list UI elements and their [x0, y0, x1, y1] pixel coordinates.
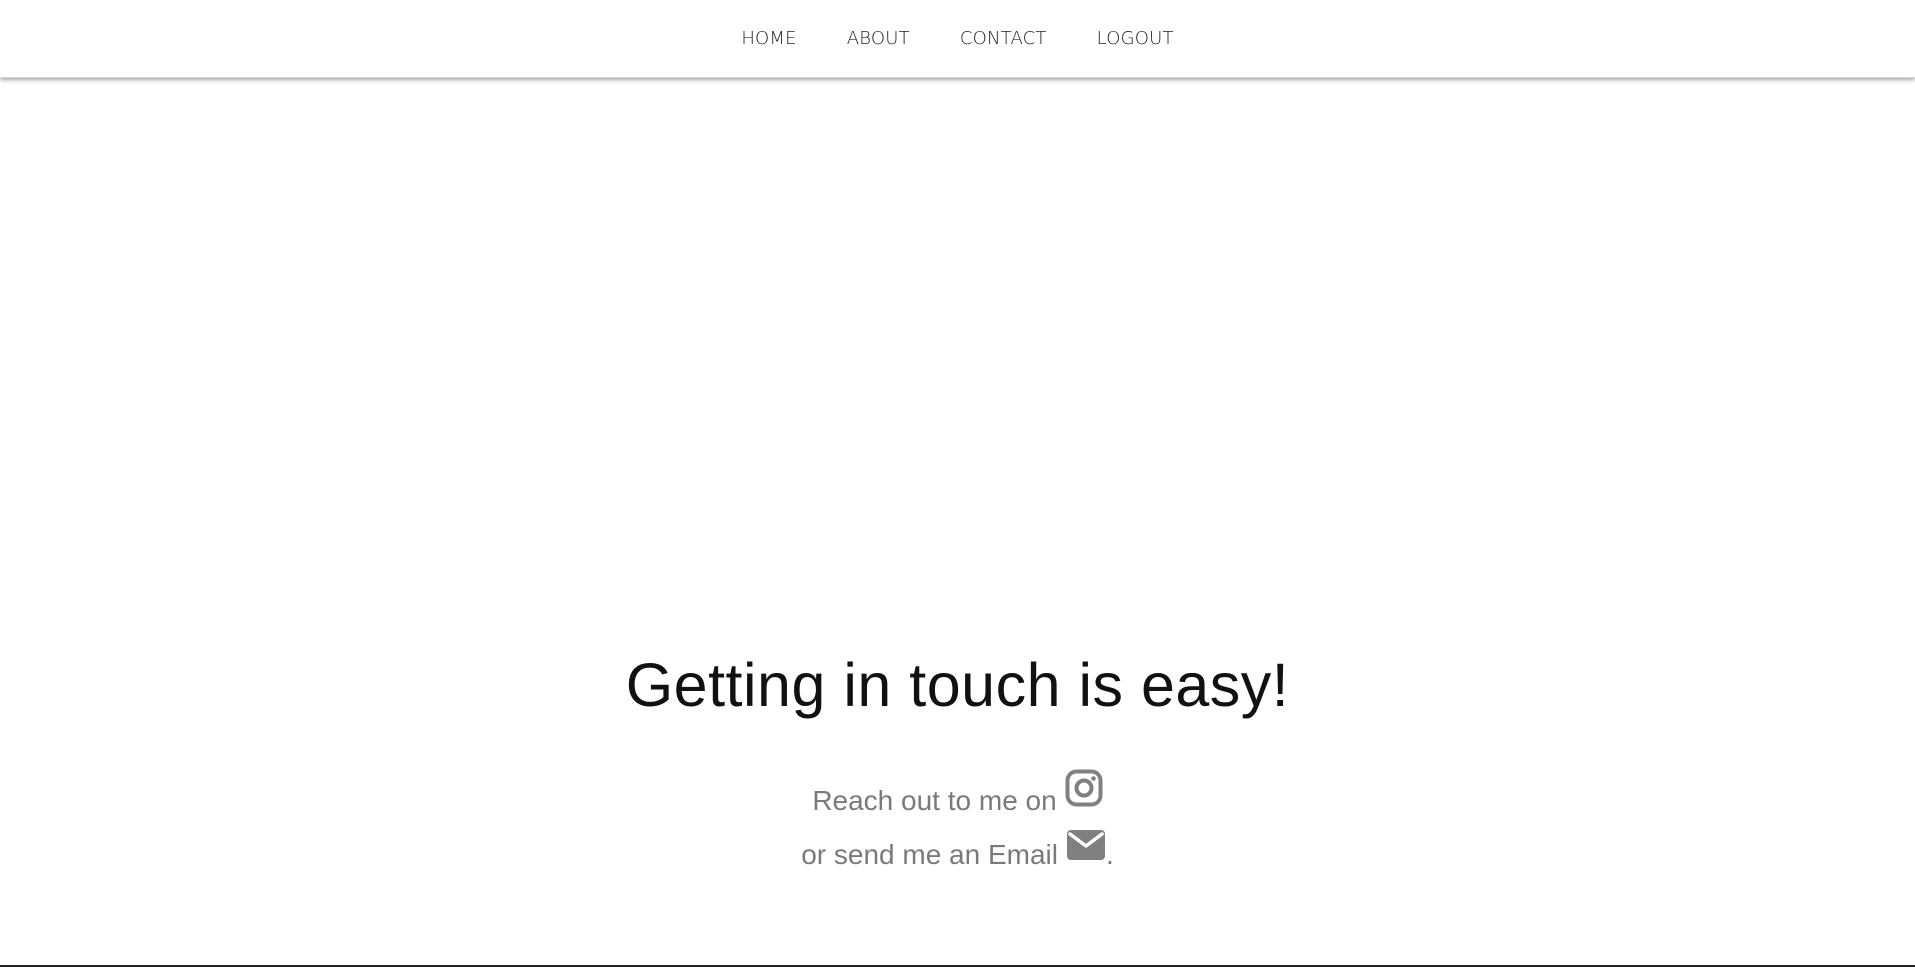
email-icon — [1066, 826, 1106, 880]
contact-line-instagram: Reach out to me on — [0, 769, 1915, 834]
page: HOME ABOUT CONTACT LOGOUT Getting in tou… — [0, 0, 1915, 967]
nav-contact-link[interactable]: CONTACT — [935, 0, 1072, 77]
hero-section: Getting in touch is easy! — [0, 640, 1915, 730]
contact-line-email: or send me an Email . — [0, 830, 1915, 888]
email-link[interactable] — [1066, 826, 1106, 880]
nav-logout-link[interactable]: LOGOUT — [1072, 0, 1199, 77]
email-prompt-text: or send me an Email — [801, 839, 1058, 870]
email-sentence-period: . — [1106, 839, 1114, 870]
instagram-icon — [1065, 768, 1103, 826]
instagram-link[interactable] — [1065, 768, 1103, 826]
nav-home-link[interactable]: HOME — [716, 0, 821, 77]
instagram-prompt-text: Reach out to me on — [812, 785, 1057, 816]
nav-about-link[interactable]: ABOUT — [822, 0, 935, 77]
page-title: Getting in touch is easy! — [625, 651, 1290, 719]
main-navigation: HOME ABOUT CONTACT LOGOUT — [716, 0, 1198, 77]
contact-section: Reach out to me on or send me an Email . — [0, 769, 1915, 888]
top-navbar: HOME ABOUT CONTACT LOGOUT — [0, 0, 1915, 78]
